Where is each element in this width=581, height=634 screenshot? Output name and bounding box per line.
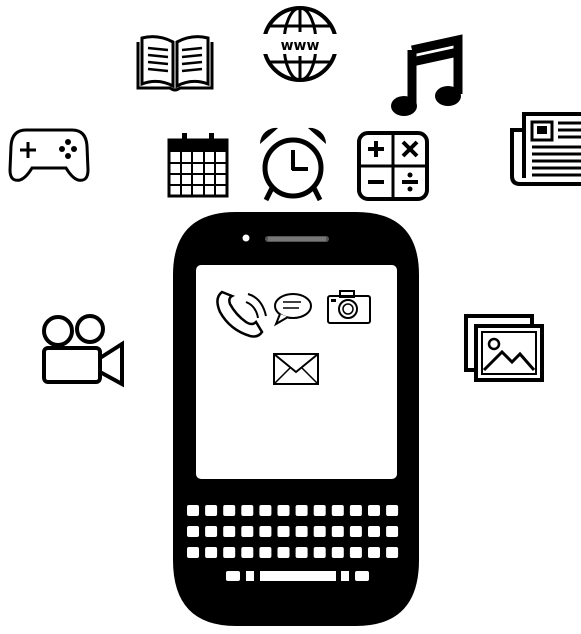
keyboard-key[interactable]: [349, 547, 362, 558]
keyboard-key[interactable]: [205, 547, 218, 558]
phone-bottom-bar: [226, 571, 369, 581]
keyboard-key[interactable]: [241, 547, 254, 558]
keyboard-key[interactable]: [187, 526, 199, 537]
keyboard-key[interactable]: [349, 505, 362, 516]
earpiece-speaker: [265, 236, 329, 242]
gamepad-icon: [8, 124, 90, 184]
keyboard-key[interactable]: [386, 547, 399, 558]
keyboard-key[interactable]: [205, 526, 218, 537]
keyboard-key[interactable]: [223, 547, 236, 558]
keyboard-key[interactable]: [295, 547, 308, 558]
keyboard-key[interactable]: [295, 526, 308, 537]
keyboard-key[interactable]: [277, 547, 290, 558]
keyboard-key[interactable]: [241, 526, 254, 537]
keyboard-key[interactable]: [313, 526, 326, 537]
alarm-clock-icon: [256, 126, 330, 204]
globe-www-text: www: [281, 38, 320, 54]
book-icon: [134, 34, 216, 96]
keyboard-key[interactable]: [331, 526, 344, 537]
calendar-icon: [166, 132, 230, 198]
keyboard-key[interactable]: [259, 526, 272, 537]
globe-icon: www: [260, 4, 340, 84]
keyboard-key[interactable]: [368, 505, 380, 516]
keyboard-key[interactable]: [241, 505, 254, 516]
video-camera-icon: [40, 314, 126, 388]
keyboard-key[interactable]: [349, 526, 362, 537]
keyboard-key[interactable]: [187, 505, 199, 516]
front-sensor: [242, 234, 250, 242]
keyboard-key[interactable]: [368, 526, 380, 537]
keyboard-key[interactable]: [223, 505, 236, 516]
newspaper-icon: [510, 108, 581, 188]
photo-gallery-icon: [464, 314, 546, 384]
keyboard-key[interactable]: [295, 505, 308, 516]
keyboard-key[interactable]: [259, 505, 272, 516]
keyboard-key[interactable]: [205, 505, 218, 516]
keyboard-key[interactable]: [277, 526, 290, 537]
music-note-icon: [390, 34, 463, 118]
keyboard-key[interactable]: [331, 505, 344, 516]
keyboard-key[interactable]: [223, 526, 236, 537]
keyboard-key[interactable]: [368, 547, 380, 558]
keyboard-key[interactable]: [386, 526, 399, 537]
keyboard-key[interactable]: [313, 547, 326, 558]
calculator-icon: [356, 130, 430, 202]
keyboard-key[interactable]: [386, 505, 399, 516]
keyboard-key[interactable]: [259, 547, 272, 558]
keyboard-key[interactable]: [331, 547, 344, 558]
keyboard-key[interactable]: [277, 505, 290, 516]
keyboard-key[interactable]: [313, 505, 326, 516]
keyboard-key[interactable]: [187, 547, 199, 558]
